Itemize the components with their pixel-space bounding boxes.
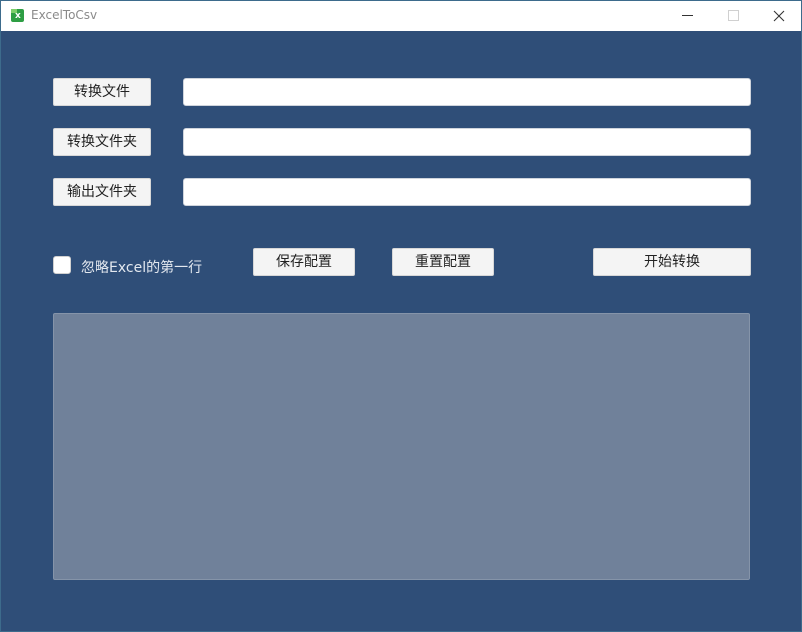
skip-first-row-checkbox[interactable]	[53, 256, 71, 274]
reset-config-button[interactable]: 重置配置	[392, 248, 494, 276]
convert-file-button[interactable]: 转换文件	[53, 78, 151, 106]
output-folder-button[interactable]: 输出文件夹	[53, 178, 151, 206]
close-icon	[773, 10, 785, 22]
save-config-button[interactable]: 保存配置	[253, 248, 355, 276]
title-bar: ExcelToCsv	[1, 1, 801, 31]
convert-folder-path-input[interactable]	[183, 128, 751, 156]
maximize-icon	[728, 10, 739, 21]
window-title: ExcelToCsv	[31, 8, 98, 22]
excel-app-icon	[11, 9, 24, 22]
minimize-button[interactable]	[664, 1, 710, 31]
log-output-area[interactable]	[53, 313, 750, 580]
convert-folder-button[interactable]: 转换文件夹	[53, 128, 151, 156]
app-window: ExcelToCsv 转换文件 转换文件夹 输出文件夹 忽略Excel的第一行 …	[0, 0, 802, 632]
maximize-button	[710, 1, 756, 31]
convert-file-path-input[interactable]	[183, 78, 751, 106]
start-convert-button[interactable]: 开始转换	[593, 248, 751, 276]
skip-first-row-label: 忽略Excel的第一行	[81, 260, 203, 276]
close-button[interactable]	[756, 1, 802, 31]
minimize-icon	[682, 15, 693, 16]
output-folder-path-input[interactable]	[183, 178, 751, 206]
